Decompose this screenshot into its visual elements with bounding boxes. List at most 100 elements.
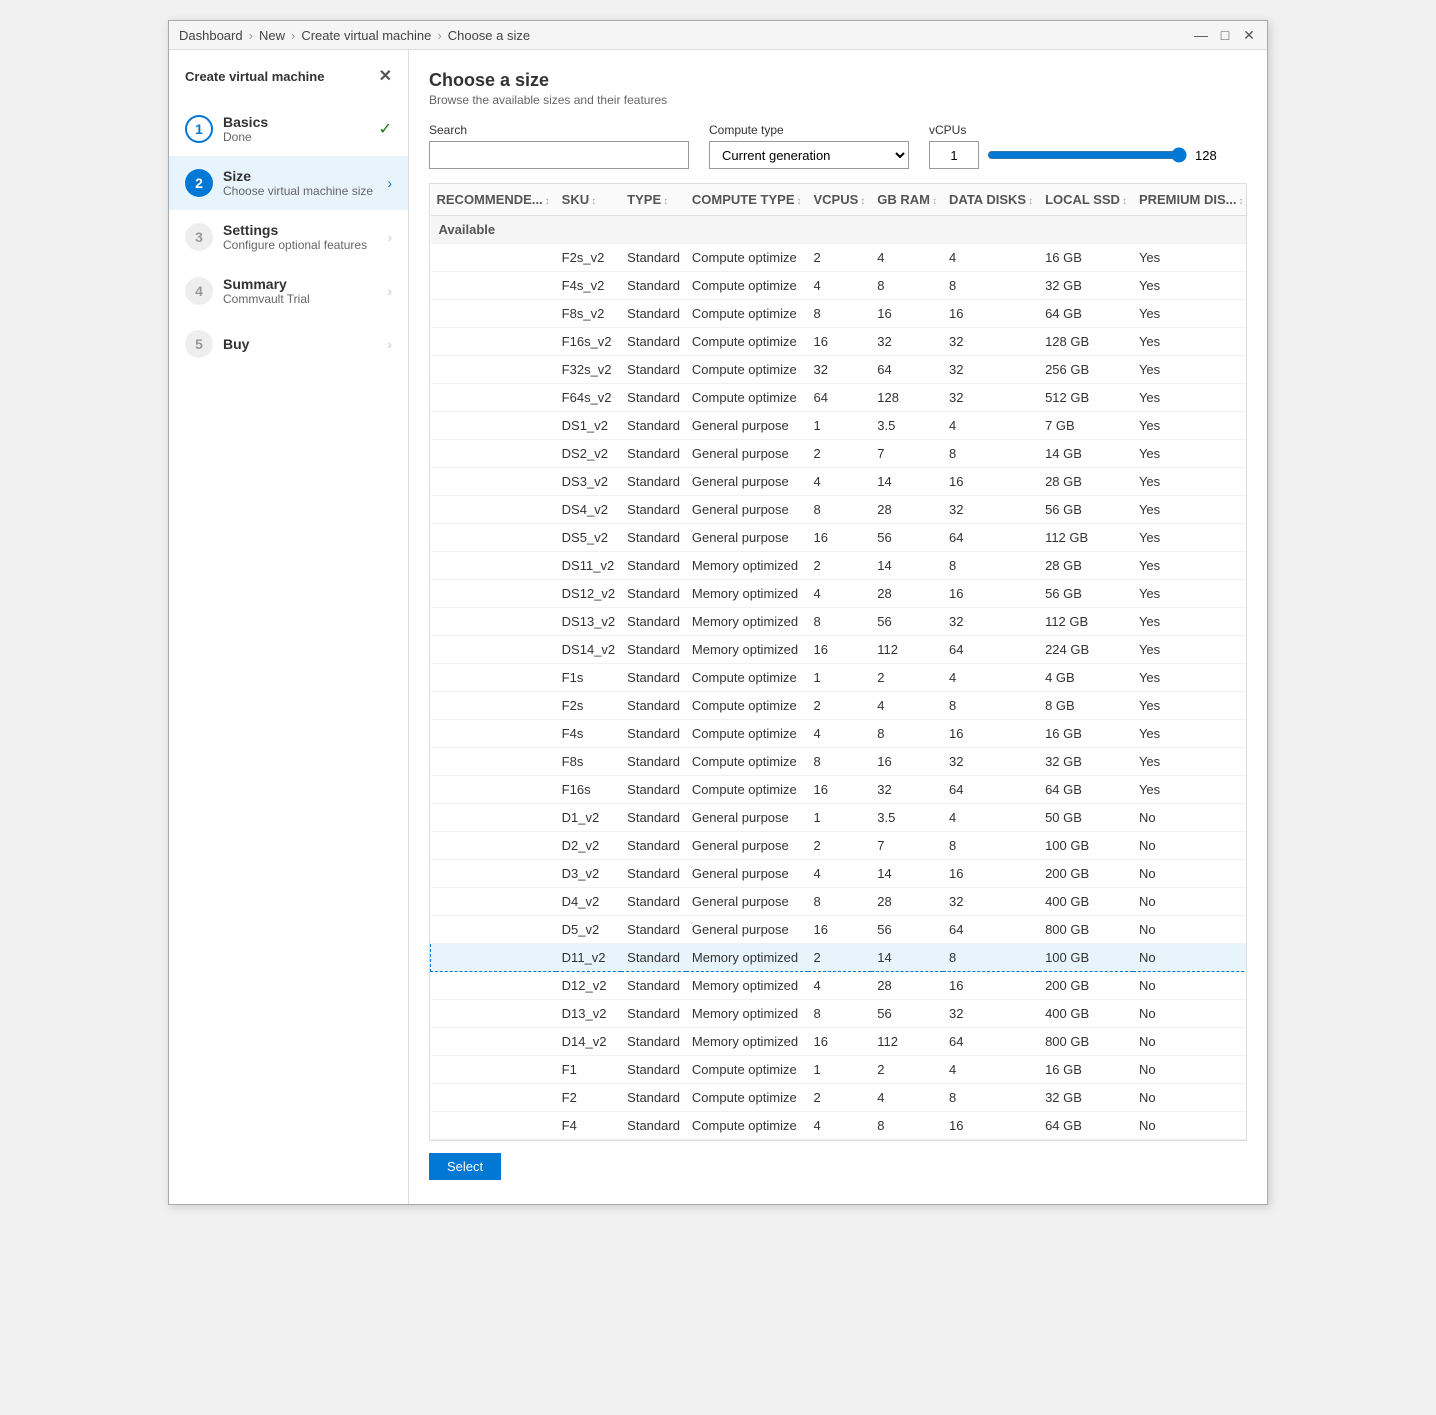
table-row[interactable]: D4_v2StandardGeneral purpose82832400 GBN… xyxy=(431,888,1248,916)
table-row[interactable]: F8sStandardCompute optimize8163232 GBYes xyxy=(431,748,1248,776)
table-row[interactable]: F2sStandardCompute optimize2488 GBYes xyxy=(431,692,1248,720)
table-row[interactable]: D1_v2StandardGeneral purpose13.5450 GBNo xyxy=(431,804,1248,832)
minimize-button[interactable]: — xyxy=(1193,27,1209,43)
th-gb-ram[interactable]: GB RAM↕ xyxy=(871,184,943,216)
cell-type-7: Standard xyxy=(621,440,686,468)
breadcrumb-sep2: › xyxy=(291,28,295,43)
cell-compute_type-26: Memory optimized xyxy=(686,972,808,1000)
cell-compute_type-15: Compute optimize xyxy=(686,664,808,692)
cell-vcpus-15: 1 xyxy=(808,664,872,692)
breadcrumb-create-vm[interactable]: Create virtual machine xyxy=(301,28,431,43)
cell-premium_dis-3: Yes xyxy=(1133,328,1247,356)
table-row[interactable]: F64s_v2StandardCompute optimize641283251… xyxy=(431,384,1248,412)
th-premium-dis[interactable]: PREMIUM DIS...↕ xyxy=(1133,184,1247,216)
sidebar-item-size[interactable]: 2 Size Choose virtual machine size › xyxy=(169,156,408,210)
cell-compute_type-8: General purpose xyxy=(686,468,808,496)
table-row[interactable]: F4StandardCompute optimize481664 GBNo xyxy=(431,1112,1248,1140)
table-row[interactable]: DS4_v2StandardGeneral purpose8283256 GBY… xyxy=(431,496,1248,524)
cell-type-15: Standard xyxy=(621,664,686,692)
table-row[interactable]: DS12_v2StandardMemory optimized4281656 G… xyxy=(431,580,1248,608)
table-row[interactable]: DS3_v2StandardGeneral purpose4141628 GBY… xyxy=(431,468,1248,496)
cell-compute_type-30: Compute optimize xyxy=(686,1084,808,1112)
cell-recommended-20 xyxy=(431,804,556,832)
cell-compute_type-17: Compute optimize xyxy=(686,720,808,748)
cell-premium_dis-11: Yes xyxy=(1133,552,1247,580)
table-row[interactable]: F4sStandardCompute optimize481616 GBYes xyxy=(431,720,1248,748)
table-row[interactable]: D2_v2StandardGeneral purpose278100 GBNo xyxy=(431,832,1248,860)
vcpu-min-input[interactable] xyxy=(929,141,979,169)
cell-local_ssd-12: 56 GB xyxy=(1039,580,1133,608)
sidebar-item-settings[interactable]: 3 Settings Configure optional features › xyxy=(169,210,408,264)
table-row[interactable]: D12_v2StandardMemory optimized42816200 G… xyxy=(431,972,1248,1000)
cell-vcpus-9: 8 xyxy=(808,496,872,524)
breadcrumb-dashboard[interactable]: Dashboard xyxy=(179,28,243,43)
cell-compute_type-18: Compute optimize xyxy=(686,748,808,776)
table-row[interactable]: F32s_v2StandardCompute optimize326432256… xyxy=(431,356,1248,384)
step-num-2: 2 xyxy=(185,169,213,197)
step-label-3: Settings xyxy=(223,222,383,238)
th-sku[interactable]: SKU↕ xyxy=(556,184,621,216)
table-row[interactable]: F16s_v2StandardCompute optimize163232128… xyxy=(431,328,1248,356)
sidebar-close-button[interactable]: ✕ xyxy=(379,66,392,86)
cell-type-24: Standard xyxy=(621,916,686,944)
cell-recommended-21 xyxy=(431,832,556,860)
cell-gb_ram-2: 16 xyxy=(871,300,943,328)
cell-gb_ram-14: 112 xyxy=(871,636,943,664)
breadcrumb-new[interactable]: New xyxy=(259,28,285,43)
sidebar-item-buy[interactable]: 5 Buy › xyxy=(169,318,408,370)
select-button[interactable]: Select xyxy=(429,1153,501,1180)
maximize-button[interactable]: □ xyxy=(1217,27,1233,43)
cell-vcpus-1: 4 xyxy=(808,272,872,300)
cell-sku-13: DS13_v2 xyxy=(556,608,621,636)
th-vcpus[interactable]: VCPUS↕ xyxy=(808,184,872,216)
cell-type-17: Standard xyxy=(621,720,686,748)
sidebar-item-basics[interactable]: 1 Basics Done ✓ xyxy=(169,102,408,156)
table-row[interactable]: F2s_v2StandardCompute optimize24416 GBYe… xyxy=(431,244,1248,272)
table-row[interactable]: DS2_v2StandardGeneral purpose27814 GBYes xyxy=(431,440,1248,468)
compute-type-select[interactable]: All types Current generation Previous ge… xyxy=(709,141,909,169)
table-row[interactable]: DS5_v2StandardGeneral purpose165664112 G… xyxy=(431,524,1248,552)
th-local-ssd[interactable]: LOCAL SSD↕ xyxy=(1039,184,1133,216)
table-row[interactable]: D3_v2StandardGeneral purpose41416200 GBN… xyxy=(431,860,1248,888)
table-row[interactable]: F8s_v2StandardCompute optimize8161664 GB… xyxy=(431,300,1248,328)
cell-compute_type-20: General purpose xyxy=(686,804,808,832)
cell-gb_ram-18: 16 xyxy=(871,748,943,776)
cell-type-6: Standard xyxy=(621,412,686,440)
th-data-disks[interactable]: DATA DISKS↕ xyxy=(943,184,1039,216)
search-input[interactable] xyxy=(429,141,689,169)
cell-sku-5: F64s_v2 xyxy=(556,384,621,412)
table-row[interactable]: F1sStandardCompute optimize1244 GBYes xyxy=(431,664,1248,692)
cell-sku-10: DS5_v2 xyxy=(556,524,621,552)
cell-sku-19: F16s xyxy=(556,776,621,804)
table-row[interactable]: D11_v2StandardMemory optimized2148100 GB… xyxy=(431,944,1248,972)
th-compute-type[interactable]: COMPUTE TYPE↕ xyxy=(686,184,808,216)
table-row[interactable]: DS11_v2StandardMemory optimized214828 GB… xyxy=(431,552,1248,580)
table-row[interactable]: F1StandardCompute optimize12416 GBNo xyxy=(431,1056,1248,1084)
table-row[interactable]: F2StandardCompute optimize24832 GBNo xyxy=(431,1084,1248,1112)
cell-compute_type-13: Memory optimized xyxy=(686,608,808,636)
cell-gb_ram-23: 28 xyxy=(871,888,943,916)
th-recommended[interactable]: RECOMMENDE...↕ xyxy=(431,184,556,216)
table-row[interactable]: D5_v2StandardGeneral purpose165664800 GB… xyxy=(431,916,1248,944)
cell-sku-2: F8s_v2 xyxy=(556,300,621,328)
step-info-3: Settings Configure optional features xyxy=(223,222,383,252)
sidebar-item-summary[interactable]: 4 Summary Commvault Trial › xyxy=(169,264,408,318)
table-row[interactable]: DS13_v2StandardMemory optimized85632112 … xyxy=(431,608,1248,636)
cell-premium_dis-1: Yes xyxy=(1133,272,1247,300)
table-row[interactable]: DS1_v2StandardGeneral purpose13.547 GBYe… xyxy=(431,412,1248,440)
vcpu-slider[interactable] xyxy=(987,147,1187,163)
close-button[interactable]: ✕ xyxy=(1241,27,1257,43)
cell-local_ssd-13: 112 GB xyxy=(1039,608,1133,636)
cell-compute_type-29: Compute optimize xyxy=(686,1056,808,1084)
table-row[interactable]: F16sStandardCompute optimize16326464 GBY… xyxy=(431,776,1248,804)
sidebar-title-text: Create virtual machine xyxy=(185,69,324,84)
table-row[interactable]: F4s_v2StandardCompute optimize48832 GBYe… xyxy=(431,272,1248,300)
table-row[interactable]: D14_v2StandardMemory optimized1611264800… xyxy=(431,1028,1248,1056)
cell-local_ssd-23: 400 GB xyxy=(1039,888,1133,916)
cell-type-23: Standard xyxy=(621,888,686,916)
table-row[interactable]: D13_v2StandardMemory optimized85632400 G… xyxy=(431,1000,1248,1028)
cell-local_ssd-14: 224 GB xyxy=(1039,636,1133,664)
cell-vcpus-19: 16 xyxy=(808,776,872,804)
th-type[interactable]: TYPE↕ xyxy=(621,184,686,216)
table-row[interactable]: DS14_v2StandardMemory optimized161126422… xyxy=(431,636,1248,664)
